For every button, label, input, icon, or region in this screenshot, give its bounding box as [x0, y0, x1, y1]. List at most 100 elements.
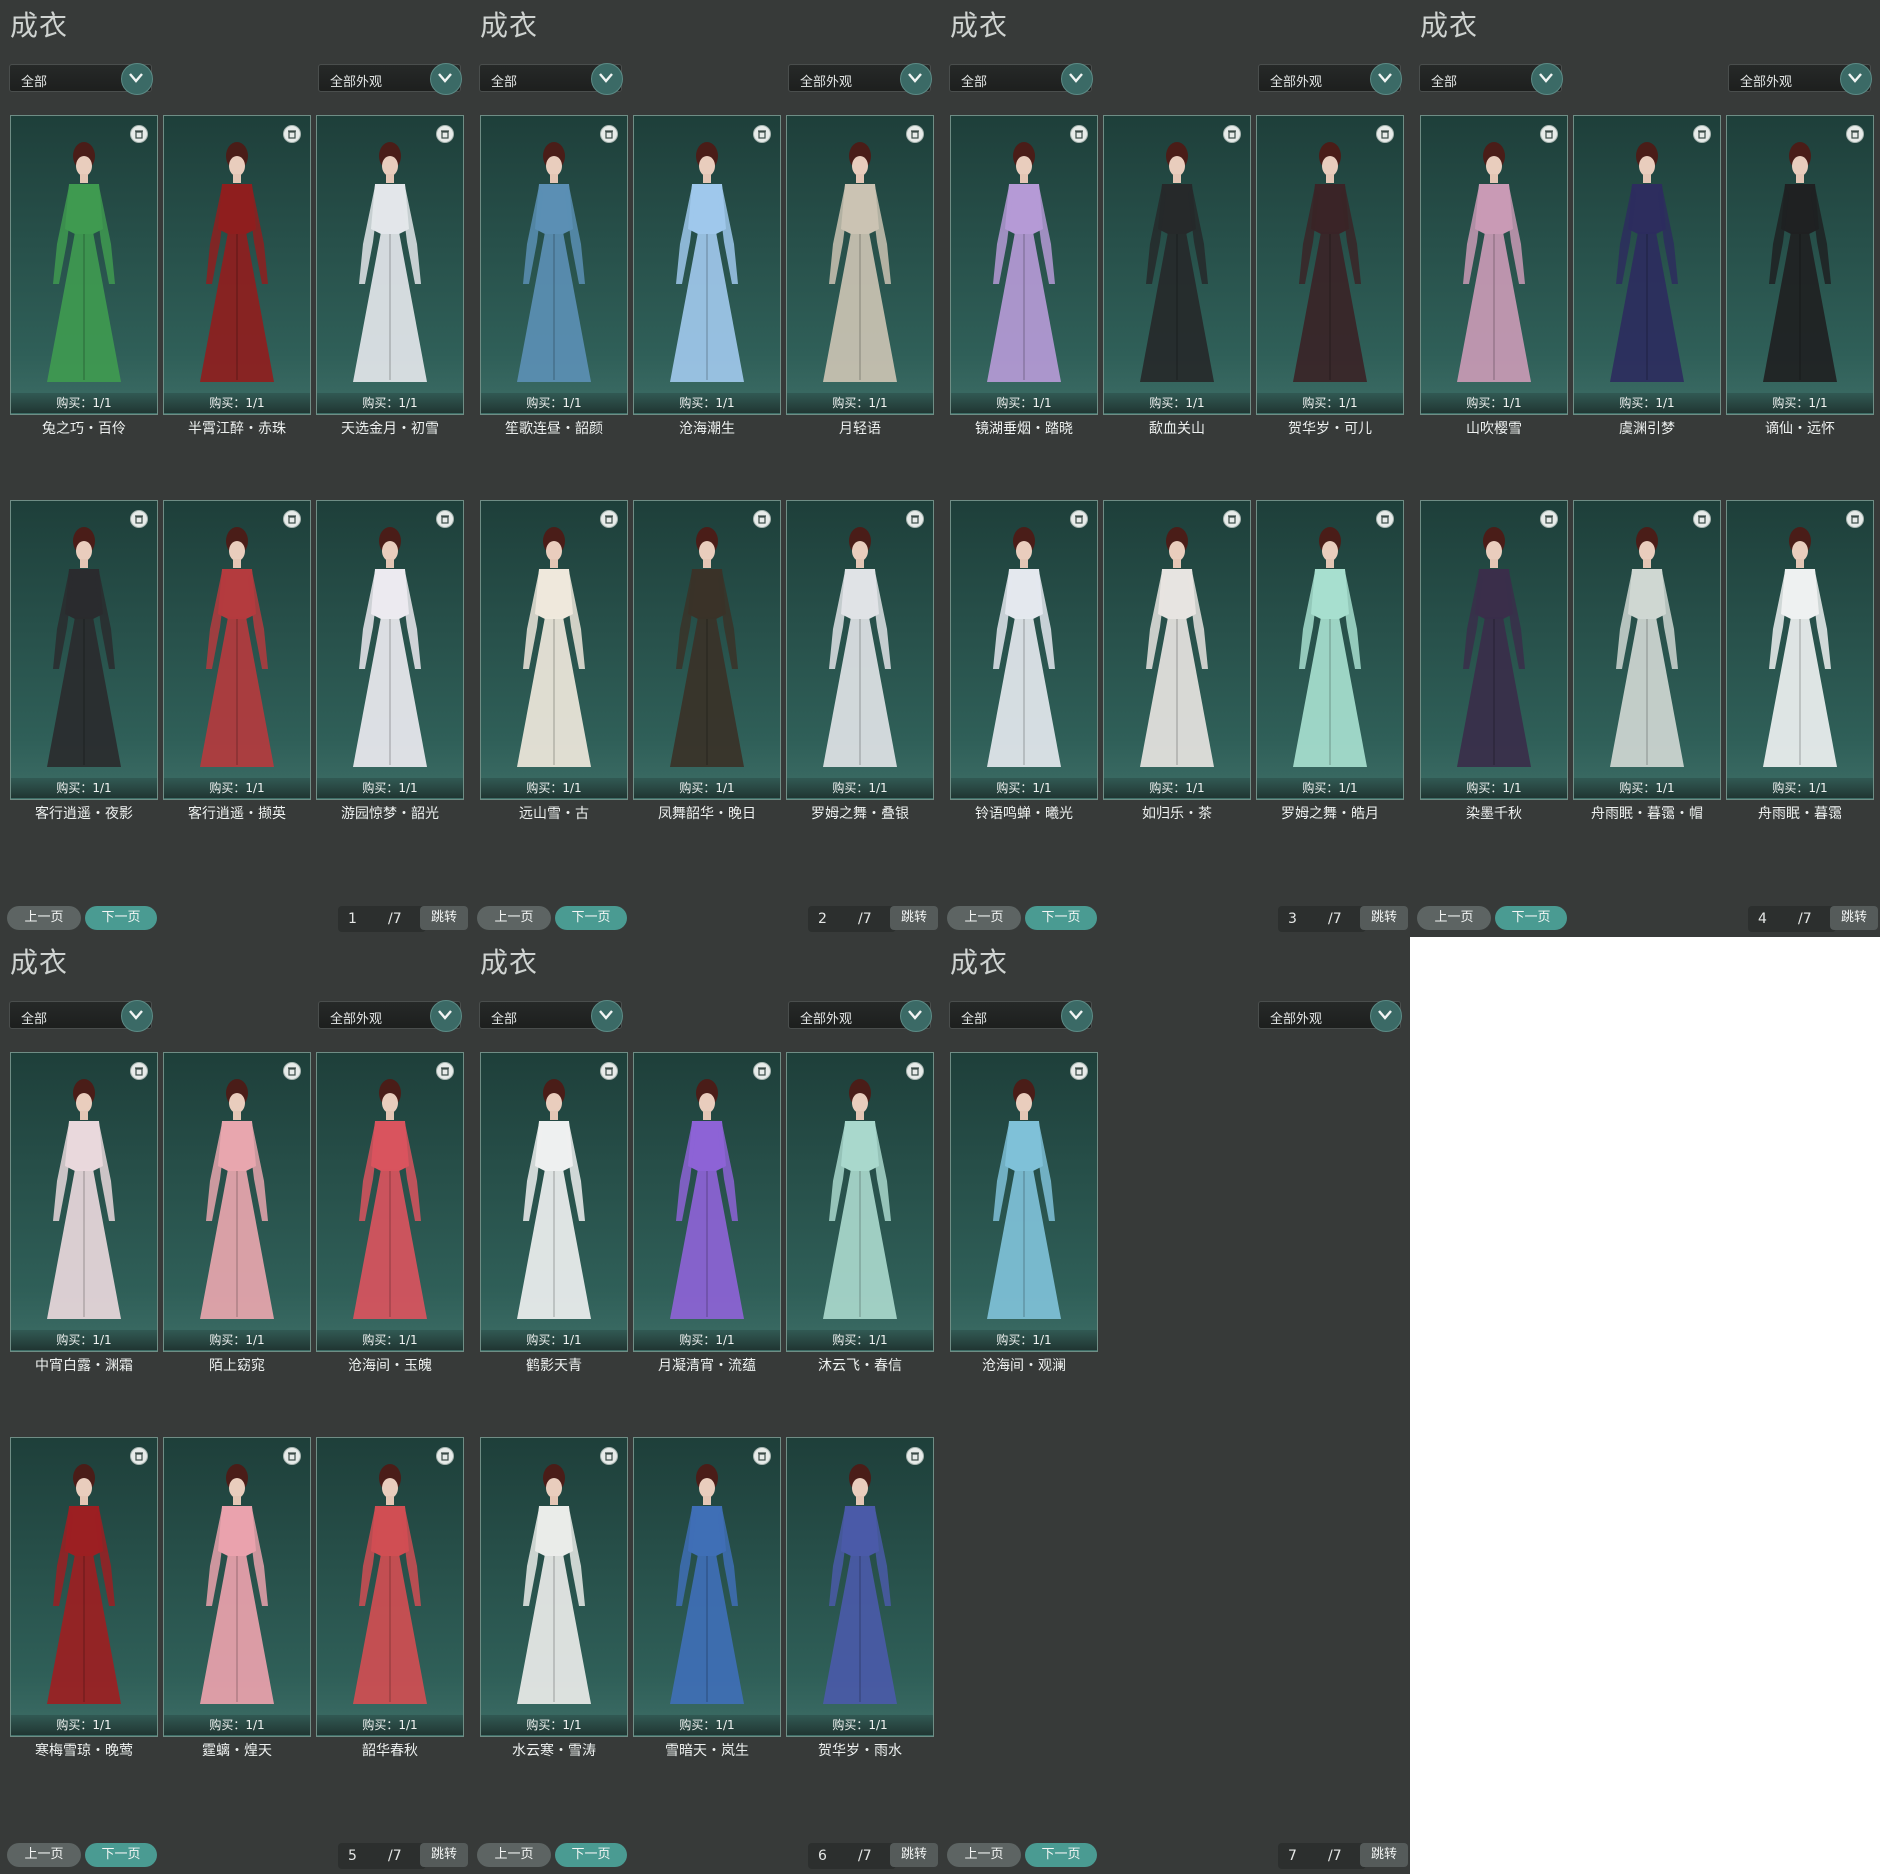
trash-icon[interactable]: [1540, 125, 1558, 143]
outfit-card[interactable]: 购买：1/1: [633, 500, 781, 800]
next-page-button[interactable]: 下一页: [1025, 1843, 1097, 1867]
trash-icon[interactable]: [1540, 510, 1558, 528]
trash-icon[interactable]: [753, 510, 771, 528]
appearance-filter-dropdown[interactable]: 全部外观: [1258, 63, 1402, 95]
trash-icon[interactable]: [283, 1062, 301, 1080]
trash-icon[interactable]: [753, 125, 771, 143]
trash-icon[interactable]: [906, 1447, 924, 1465]
outfit-card[interactable]: 购买：1/1: [1573, 115, 1721, 415]
outfit-card[interactable]: 购买：1/1: [163, 115, 311, 415]
outfit-card[interactable]: 购买：1/1: [786, 1052, 934, 1352]
outfit-card[interactable]: 购买：1/1: [1103, 500, 1251, 800]
outfit-card[interactable]: 购买：1/1: [1573, 500, 1721, 800]
next-page-button[interactable]: 下一页: [1495, 906, 1567, 930]
jump-button[interactable]: 跳转: [1360, 1843, 1408, 1867]
trash-icon[interactable]: [753, 1447, 771, 1465]
jump-button[interactable]: 跳转: [890, 906, 938, 930]
page-number-input[interactable]: 4/7: [1748, 906, 1836, 932]
next-page-button[interactable]: 下一页: [85, 906, 157, 930]
next-page-button[interactable]: 下一页: [555, 906, 627, 930]
trash-icon[interactable]: [130, 1447, 148, 1465]
appearance-filter-dropdown[interactable]: 全部外观: [318, 63, 462, 95]
jump-button[interactable]: 跳转: [420, 1843, 468, 1867]
outfit-card[interactable]: 购买：1/1: [1420, 500, 1568, 800]
trash-icon[interactable]: [436, 1447, 454, 1465]
outfit-card[interactable]: 购买：1/1: [1103, 115, 1251, 415]
prev-page-button[interactable]: 上一页: [1417, 906, 1491, 930]
trash-icon[interactable]: [130, 510, 148, 528]
outfit-card[interactable]: 购买：1/1: [480, 1052, 628, 1352]
trash-icon[interactable]: [906, 510, 924, 528]
trash-icon[interactable]: [130, 125, 148, 143]
outfit-card[interactable]: 购买：1/1: [163, 500, 311, 800]
trash-icon[interactable]: [436, 1062, 454, 1080]
outfit-card[interactable]: 购买：1/1: [633, 115, 781, 415]
prev-page-button[interactable]: 上一页: [477, 906, 551, 930]
outfit-card[interactable]: 购买：1/1: [786, 1437, 934, 1737]
trash-icon[interactable]: [1223, 125, 1241, 143]
page-number-input[interactable]: 7/7: [1278, 1843, 1366, 1869]
category-filter-dropdown[interactable]: 全部: [479, 1000, 623, 1032]
trash-icon[interactable]: [436, 510, 454, 528]
category-filter-dropdown[interactable]: 全部: [9, 63, 153, 95]
outfit-card[interactable]: 购买：1/1: [316, 1052, 464, 1352]
trash-icon[interactable]: [1376, 125, 1394, 143]
prev-page-button[interactable]: 上一页: [477, 1843, 551, 1867]
category-filter-dropdown[interactable]: 全部: [479, 63, 623, 95]
page-number-input[interactable]: 3/7: [1278, 906, 1366, 932]
prev-page-button[interactable]: 上一页: [947, 906, 1021, 930]
outfit-card[interactable]: 购买：1/1: [1420, 115, 1568, 415]
outfit-card[interactable]: 购买：1/1: [786, 500, 934, 800]
appearance-filter-dropdown[interactable]: 全部外观: [1728, 63, 1872, 95]
outfit-card[interactable]: 购买：1/1: [950, 1052, 1098, 1352]
page-number-input[interactable]: 5/7: [338, 1843, 426, 1869]
jump-button[interactable]: 跳转: [1360, 906, 1408, 930]
prev-page-button[interactable]: 上一页: [7, 1843, 81, 1867]
trash-icon[interactable]: [436, 125, 454, 143]
trash-icon[interactable]: [600, 1447, 618, 1465]
outfit-card[interactable]: 购买：1/1: [10, 115, 158, 415]
trash-icon[interactable]: [1846, 510, 1864, 528]
category-filter-dropdown[interactable]: 全部: [9, 1000, 153, 1032]
trash-icon[interactable]: [130, 1062, 148, 1080]
next-page-button[interactable]: 下一页: [85, 1843, 157, 1867]
trash-icon[interactable]: [1070, 1062, 1088, 1080]
trash-icon[interactable]: [753, 1062, 771, 1080]
trash-icon[interactable]: [283, 1447, 301, 1465]
category-filter-dropdown[interactable]: 全部: [949, 63, 1093, 95]
outfit-card[interactable]: 购买：1/1: [950, 115, 1098, 415]
outfit-card[interactable]: 购买：1/1: [633, 1052, 781, 1352]
trash-icon[interactable]: [906, 125, 924, 143]
outfit-card[interactable]: 购买：1/1: [10, 1052, 158, 1352]
outfit-card[interactable]: 购买：1/1: [480, 1437, 628, 1737]
trash-icon[interactable]: [600, 125, 618, 143]
trash-icon[interactable]: [1693, 510, 1711, 528]
outfit-card[interactable]: 购买：1/1: [480, 115, 628, 415]
outfit-card[interactable]: 购买：1/1: [480, 500, 628, 800]
trash-icon[interactable]: [600, 1062, 618, 1080]
trash-icon[interactable]: [906, 1062, 924, 1080]
page-number-input[interactable]: 6/7: [808, 1843, 896, 1869]
outfit-card[interactable]: 购买：1/1: [10, 500, 158, 800]
trash-icon[interactable]: [600, 510, 618, 528]
trash-icon[interactable]: [1223, 510, 1241, 528]
outfit-card[interactable]: 购买：1/1: [10, 1437, 158, 1737]
trash-icon[interactable]: [1376, 510, 1394, 528]
appearance-filter-dropdown[interactable]: 全部外观: [788, 1000, 932, 1032]
outfit-card[interactable]: 购买：1/1: [316, 500, 464, 800]
outfit-card[interactable]: 购买：1/1: [950, 500, 1098, 800]
category-filter-dropdown[interactable]: 全部: [1419, 63, 1563, 95]
appearance-filter-dropdown[interactable]: 全部外观: [788, 63, 932, 95]
page-number-input[interactable]: 1/7: [338, 906, 426, 932]
trash-icon[interactable]: [1070, 125, 1088, 143]
appearance-filter-dropdown[interactable]: 全部外观: [318, 1000, 462, 1032]
outfit-card[interactable]: 购买：1/1: [163, 1052, 311, 1352]
outfit-card[interactable]: 购买：1/1: [316, 1437, 464, 1737]
outfit-card[interactable]: 购买：1/1: [1256, 115, 1404, 415]
outfit-card[interactable]: 购买：1/1: [1726, 115, 1874, 415]
outfit-card[interactable]: 购买：1/1: [633, 1437, 781, 1737]
outfit-card[interactable]: 购买：1/1: [316, 115, 464, 415]
outfit-card[interactable]: 购买：1/1: [163, 1437, 311, 1737]
outfit-card[interactable]: 购买：1/1: [1726, 500, 1874, 800]
trash-icon[interactable]: [283, 510, 301, 528]
